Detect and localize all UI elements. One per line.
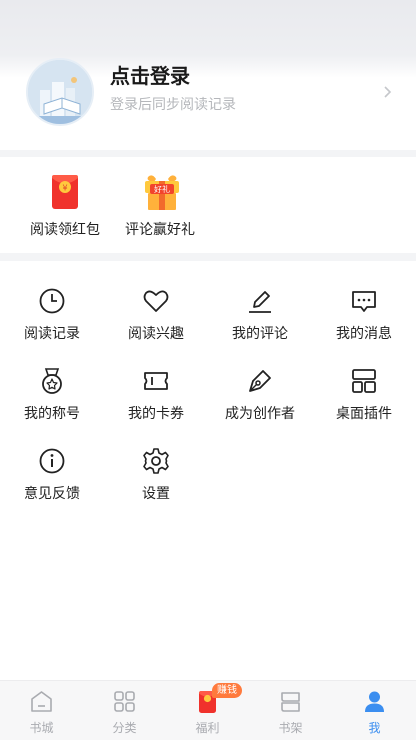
- grid-item-reading-interest[interactable]: 阅读兴趣: [104, 271, 208, 342]
- tab-welfare[interactable]: 赚钱 福利: [166, 681, 249, 740]
- home-icon: [29, 689, 54, 714]
- message-icon: [350, 287, 378, 315]
- grid-icon: [112, 689, 137, 714]
- read-red-packet-entry[interactable]: ¥ 阅读领红包: [25, 157, 105, 253]
- earn-badge: 赚钱: [212, 683, 242, 698]
- profile-page: 点击登录 登录后同步阅读记录 ¥ 阅读领红包 好礼 评论赢好礼 阅读记录 阅读兴…: [0, 0, 416, 740]
- grid-item-label: 我的消息: [336, 326, 392, 342]
- grid-item-my-messages[interactable]: 我的消息: [312, 271, 416, 342]
- tab-bookshelf[interactable]: 书架: [249, 681, 332, 740]
- grid-item-label: 阅读记录: [24, 326, 80, 342]
- grid-item-label: 意见反馈: [24, 486, 80, 502]
- widget-icon: [350, 367, 378, 395]
- info-icon: [38, 447, 66, 475]
- tab-label: 福利: [195, 721, 220, 735]
- grid-item-label: 我的评论: [232, 326, 288, 342]
- grid-item-label: 阅读兴趣: [128, 326, 184, 342]
- red-packet-icon: ¥: [45, 173, 85, 211]
- edit-icon: [246, 287, 274, 315]
- tab-label: 我: [368, 721, 381, 735]
- grid-item-become-creator[interactable]: 成为创作者: [208, 351, 312, 422]
- bookshelf-icon: [278, 689, 303, 714]
- tab-bookstore[interactable]: 书城: [0, 681, 83, 740]
- profile-header[interactable]: 点击登录 登录后同步阅读记录: [0, 0, 416, 150]
- pen-nib-icon: [246, 367, 274, 395]
- tab-me[interactable]: 我: [333, 681, 416, 740]
- coupon-icon: [142, 367, 170, 395]
- tab-label: 书城: [29, 721, 54, 735]
- gift-tag-text: 好礼: [154, 184, 170, 194]
- grid-item-my-titles[interactable]: 我的称号: [0, 351, 104, 422]
- medal-icon: [38, 367, 66, 395]
- gift-box-icon: 好礼: [140, 173, 180, 211]
- grid-item-desktop-widget[interactable]: 桌面插件: [312, 351, 416, 422]
- gear-icon: [142, 447, 170, 475]
- avatar[interactable]: [26, 58, 94, 126]
- tab-category[interactable]: 分类: [83, 681, 166, 740]
- grid-item-label: 我的称号: [24, 406, 80, 422]
- rewards-card: ¥ 阅读领红包 好礼 评论赢好礼: [0, 157, 416, 253]
- login-subtitle: 登录后同步阅读记录: [110, 97, 236, 113]
- grid-item-my-comments[interactable]: 我的评论: [208, 271, 312, 342]
- grid-item-my-coupons[interactable]: 我的卡券: [104, 351, 208, 422]
- grid-item-reading-history[interactable]: 阅读记录: [0, 271, 104, 342]
- heart-icon: [142, 287, 170, 315]
- reward-label: 阅读领红包: [30, 222, 100, 238]
- grid-item-label: 我的卡券: [128, 406, 184, 422]
- tab-label: 书架: [278, 721, 303, 735]
- login-title[interactable]: 点击登录: [110, 60, 190, 89]
- grid-item-settings[interactable]: 设置: [104, 431, 208, 502]
- clock-icon: [38, 287, 66, 315]
- grid-item-label: 设置: [142, 486, 170, 502]
- bottom-tab-bar: 书城 分类 赚钱 福利 书架 我: [0, 680, 416, 740]
- user-icon: [362, 689, 387, 714]
- tab-label: 分类: [112, 721, 137, 735]
- grid-item-label: 成为创作者: [225, 406, 295, 422]
- chevron-right-icon[interactable]: [380, 84, 394, 100]
- svg-text:¥: ¥: [62, 184, 67, 193]
- reward-label: 评论赢好礼: [125, 222, 195, 238]
- grid-item-feedback[interactable]: 意见反馈: [0, 431, 104, 502]
- grid-item-label: 桌面插件: [336, 406, 392, 422]
- comment-gift-entry[interactable]: 好礼 评论赢好礼: [120, 157, 200, 253]
- function-grid: 阅读记录 阅读兴趣 我的评论 我的消息 我的称号 我的卡券 成为创作者 桌面插件…: [0, 261, 416, 681]
